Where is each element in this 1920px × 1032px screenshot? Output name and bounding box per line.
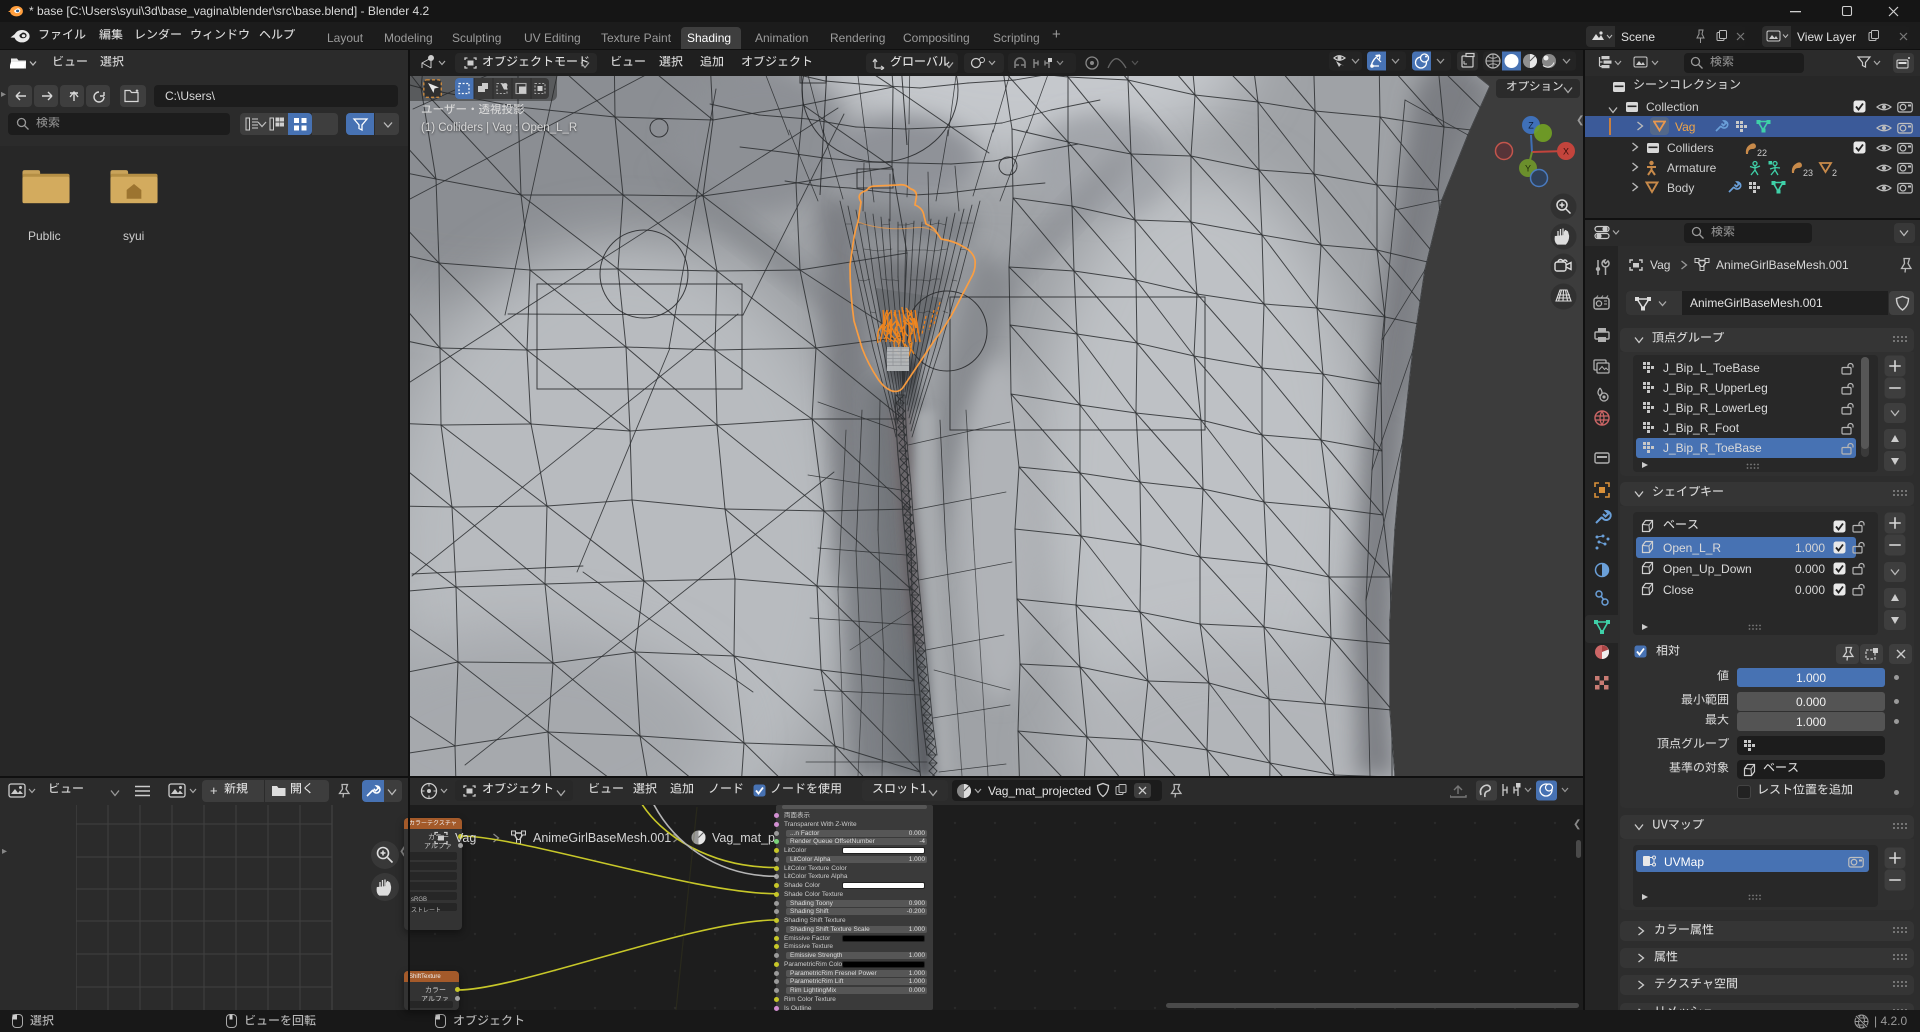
svg-text:X: X bbox=[1563, 147, 1569, 157]
svg-text:2: 2 bbox=[1832, 168, 1837, 177]
svg-text:23: 23 bbox=[1803, 168, 1813, 177]
svg-text:Z: Z bbox=[1528, 121, 1534, 131]
svg-text:Y: Y bbox=[1525, 164, 1531, 174]
svg-text:22: 22 bbox=[1757, 148, 1767, 157]
